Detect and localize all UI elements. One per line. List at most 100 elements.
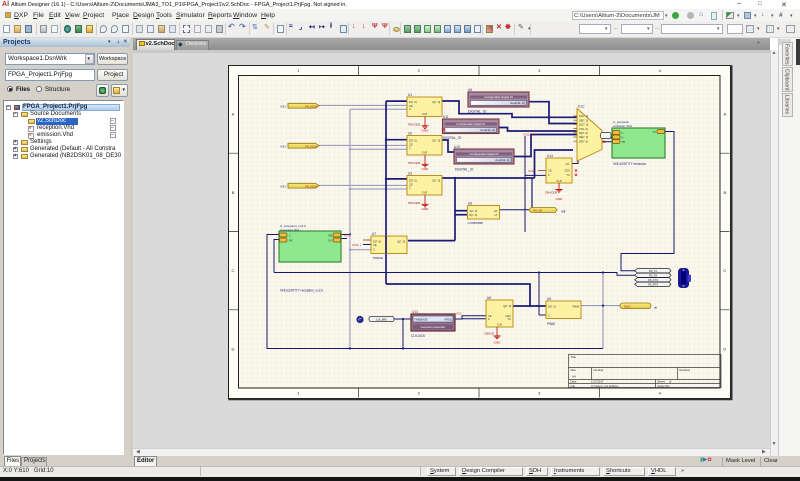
svg-text:U10: U10 <box>454 145 460 149</box>
svg-text:C:\Users\..\v2.SchDoc: C:\Users\..\v2.SchDoc <box>591 384 619 388</box>
svg-text:reception.Vhd: reception.Vhd <box>280 228 299 232</box>
svg-text:PD6CEB: PD6CEB <box>408 122 420 126</box>
svg-text:U2: U2 <box>408 131 412 135</box>
svg-text:PIO_KEYB: PIO_KEYB <box>305 105 317 108</box>
svg-text:DIGITAL_IO: DIGITAL_IO <box>455 168 474 172</box>
svg-text:C: C <box>488 317 490 321</box>
svg-text:COMPM8B: COMPM8B <box>468 221 483 225</box>
svg-text:GT: GT <box>494 209 498 213</box>
svg-text:U1C: U1C <box>578 104 585 108</box>
svg-text:VT[1..0]: VT[1..0] <box>579 128 588 131</box>
svg-text:PD8CE: PD8CE <box>373 256 383 260</box>
svg-text:CLR: CLR <box>422 112 427 116</box>
svg-text:Aout[11..0]: Aout[11..0] <box>480 128 494 132</box>
svg-text:U5: U5 <box>547 297 551 301</box>
svg-text:A4: A4 <box>572 374 576 378</box>
svg-text:C: C <box>373 248 375 252</box>
svg-text:RX: RX <box>289 239 293 243</box>
svg-text:RS_RX: RS_RX <box>649 274 658 277</box>
svg-text:CLK10CK: CLK10CK <box>411 334 426 338</box>
svg-text:TC: TC <box>508 317 512 321</box>
svg-text:DB: DB <box>328 234 332 238</box>
svg-text:D[7..0]: D[7..0] <box>548 304 556 308</box>
svg-text:CE: CE <box>409 142 413 146</box>
svg-text:U7: U7 <box>372 232 376 236</box>
svg-text:GND: GND <box>494 341 502 345</box>
svg-text:VCC: VCC <box>344 234 350 238</box>
svg-text:Aout[11..0]: Aout[11..0] <box>495 158 509 162</box>
svg-text:DE[7..0]: DE[7..0] <box>579 136 588 139</box>
svg-text:D: D <box>622 136 624 140</box>
svg-text:LT: LT <box>495 213 498 217</box>
svg-text:PD6CEB: PD6CEB <box>408 161 420 165</box>
svg-text:PWM: PWM <box>573 304 579 308</box>
svg-text:Configurable Digital IO: Configurable Digital IO <box>484 95 514 99</box>
svg-text:U11: U11 <box>443 115 449 119</box>
svg-text:RS_TX: RS_TX <box>649 270 657 273</box>
svg-text:Q[7..0]: Q[7..0] <box>432 100 440 104</box>
svg-text:CE: CE <box>548 169 552 173</box>
svg-text:D[7..0]: D[7..0] <box>409 139 417 143</box>
svg-text:C: C <box>723 268 726 273</box>
svg-text:CB8CE: CB8CE <box>484 332 494 336</box>
svg-text:CLR: CLR <box>422 151 427 155</box>
svg-text:DAC1: DAC1 <box>624 305 631 308</box>
svg-text:C: C <box>289 234 291 238</box>
svg-text:CE: CE <box>409 104 413 108</box>
svg-text:File: File <box>571 384 576 388</box>
svg-text:U6: U6 <box>468 88 472 92</box>
svg-text:CLR: CLR <box>556 179 561 183</box>
svg-text:Configurable Digital IO: Configurable Digital IO <box>456 122 486 126</box>
svg-text:emission.Vhd: emission.Vhd <box>613 124 632 128</box>
svg-text:C: C <box>232 268 235 273</box>
svg-text:Title: Title <box>571 355 577 359</box>
svg-text:CLK_BRD: CLK_BRD <box>376 318 387 321</box>
svg-text:GND: GND <box>422 128 430 132</box>
svg-text:U9: U9 <box>468 201 472 205</box>
svg-text:CE: CE <box>373 243 377 247</box>
svg-text:VHDLENTITY emission: VHDLENTITY emission <box>613 162 646 166</box>
svg-text:PWM: PWM <box>547 322 555 326</box>
svg-text:VHDLENTITY reception_vc2.0: VHDLENTITY reception_vc2.0 <box>280 289 323 293</box>
svg-text:Q[7..0]: Q[7..0] <box>503 304 511 308</box>
svg-text:PD6CEB: PD6CEB <box>408 201 420 205</box>
svg-text:U13: U13 <box>412 310 418 314</box>
svg-text:KEY: KEY <box>280 144 286 148</box>
svg-text:Q[7..0]: Q[7..0] <box>432 139 440 143</box>
svg-text:DV: DV <box>328 239 332 243</box>
svg-text:CEO: CEO <box>564 169 570 173</box>
svg-text:D[7..0]: D[7..0] <box>409 179 417 183</box>
svg-text:GND: GND <box>422 207 430 211</box>
svg-text:DC[7..0]: DC[7..0] <box>579 124 588 127</box>
svg-text:Q[7..0]: Q[7..0] <box>397 239 405 243</box>
svg-text:VCC[..]: VCC[..] <box>352 243 361 247</box>
svg-text:Frequency Generator: Frequency Generator <box>421 325 446 329</box>
svg-text:D[7..0]: D[7..0] <box>409 100 417 104</box>
svg-text:B[7..0]: B[7..0] <box>470 213 478 217</box>
svg-text:Q3: Q3 <box>566 162 570 166</box>
svg-text:RS_CTS: RS_CTS <box>648 279 658 282</box>
svg-text:CE: CE <box>409 182 413 186</box>
svg-text:DF[7..0]: DF[7..0] <box>579 140 588 143</box>
svg-text:PIO_KEYB: PIO_KEYB <box>305 185 317 188</box>
svg-text:TC: TC <box>567 173 571 177</box>
svg-text:KEY: KEY <box>280 104 286 108</box>
svg-text:GND: GND <box>556 197 564 201</box>
svg-text:D: D <box>723 346 726 351</box>
svg-text:FREQ: FREQ <box>445 318 452 322</box>
svg-text:C: C <box>548 173 550 177</box>
svg-text:alt: alt <box>654 305 657 309</box>
svg-text:C: C <box>409 107 411 111</box>
svg-text:A[7..0]: A[7..0] <box>470 209 478 213</box>
svg-text:TIMEBASE: TIMEBASE <box>414 318 428 322</box>
svg-text:CLR: CLR <box>497 322 502 326</box>
svg-text:Revision: Revision <box>680 368 691 372</box>
svg-text:KEY: KEY <box>280 184 286 188</box>
svg-text:TX: TX <box>653 130 657 134</box>
svg-text:CLR: CLR <box>422 191 427 195</box>
svg-text:VCC: VCC <box>456 312 462 316</box>
svg-text:DB[7..0]: DB[7..0] <box>579 119 588 122</box>
svg-text:DA[7..0]: DA[7..0] <box>579 115 588 118</box>
svg-text:Q[7..0]: Q[7..0] <box>432 179 440 183</box>
svg-text:U14: U14 <box>547 154 553 158</box>
